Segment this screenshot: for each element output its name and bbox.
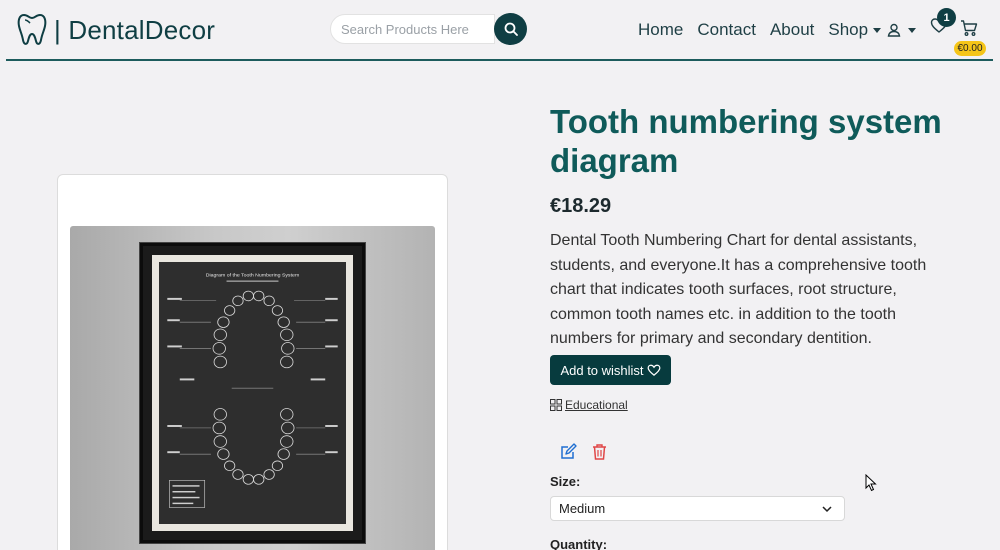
edit-icon xyxy=(561,443,577,459)
cart-total-badge: €0.00 xyxy=(954,41,986,56)
category-link[interactable]: Educational xyxy=(565,398,628,412)
size-selected-value: Medium xyxy=(559,501,606,516)
tooth-chart-poster: Diagram of the Tooth Numbering System xyxy=(159,262,346,524)
cart-icon xyxy=(961,20,978,36)
delete-button[interactable] xyxy=(592,443,607,465)
add-to-wishlist-label: Add to wishlist xyxy=(560,362,644,378)
main-nav: Home Contact About Shop xyxy=(638,19,895,41)
navbar: | DentalDecor Home Contact About Shop 1 xyxy=(0,0,1000,61)
wishlist-count-badge: 1 xyxy=(937,8,956,27)
search-button[interactable] xyxy=(494,13,527,45)
caret-down-icon xyxy=(873,27,882,33)
search-icon xyxy=(504,22,518,36)
product-price: €18.29 xyxy=(550,195,612,217)
user-menu[interactable] xyxy=(887,20,916,40)
chevron-down-icon xyxy=(822,506,832,513)
frame-mat: Diagram of the Tooth Numbering System xyxy=(152,255,353,531)
nav-about[interactable]: About xyxy=(770,20,814,40)
admin-actions xyxy=(560,443,607,465)
quantity-label: Quantity: xyxy=(550,537,608,550)
cart-link[interactable] xyxy=(960,19,978,37)
user-icon xyxy=(887,23,901,37)
add-to-wishlist-button[interactable]: Add to wishlist xyxy=(550,355,671,385)
nav-shop-label: Shop xyxy=(828,20,869,39)
brand-name: | DentalDecor xyxy=(54,14,216,45)
size-label: Size: xyxy=(550,474,581,489)
mouse-pointer-icon xyxy=(865,474,877,492)
nav-shop-dropdown[interactable]: Shop xyxy=(828,20,882,40)
tooth-logo-icon xyxy=(16,12,48,48)
brand[interactable]: | DentalDecor xyxy=(16,12,215,48)
edit-button[interactable] xyxy=(560,443,577,465)
caret-down-icon xyxy=(908,27,916,33)
product-description: Dental Tooth Numbering Chart for dental … xyxy=(550,232,927,347)
picture-frame: Diagram of the Tooth Numbering System xyxy=(140,243,365,543)
heart-icon xyxy=(647,364,661,376)
category-grid-icon xyxy=(550,399,562,411)
size-select[interactable]: Medium xyxy=(550,496,845,521)
product-category: Educational xyxy=(550,398,628,412)
product-title: Tooth numbering system diagram xyxy=(550,103,942,179)
poster-title: Diagram of the Tooth Numbering System xyxy=(206,273,300,279)
nav-home[interactable]: Home xyxy=(638,20,683,40)
nav-contact[interactable]: Contact xyxy=(697,20,756,40)
product-image[interactable]: Diagram of the Tooth Numbering System xyxy=(70,226,435,550)
navbar-divider xyxy=(6,59,993,61)
search-form xyxy=(330,13,527,45)
trash-icon xyxy=(593,444,606,460)
search-input[interactable] xyxy=(330,14,495,44)
